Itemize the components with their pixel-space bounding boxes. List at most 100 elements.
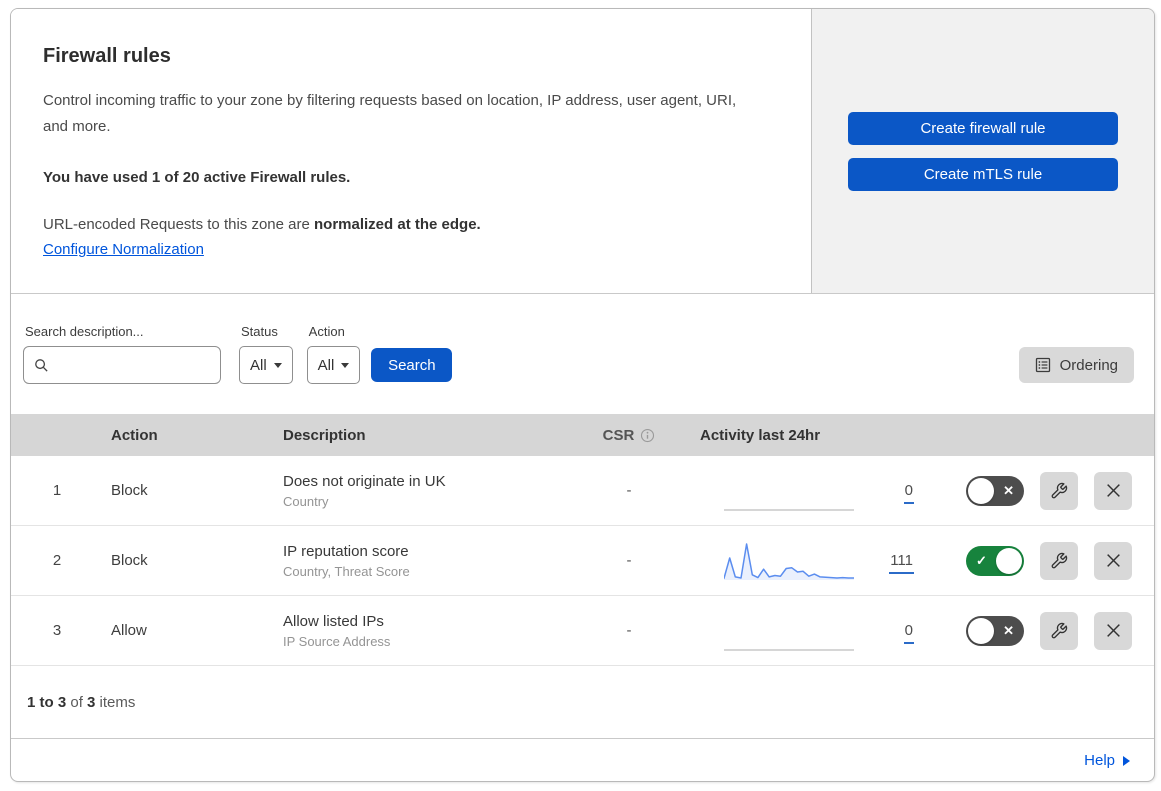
chevron-down-icon (341, 362, 350, 368)
search-input[interactable] (57, 357, 210, 373)
rule-activity-cell: 111 (684, 539, 914, 583)
search-label: Search description... (25, 324, 144, 339)
edit-rule-button[interactable] (1040, 541, 1078, 580)
close-icon (1106, 554, 1120, 567)
search-input-box[interactable] (23, 346, 221, 384)
wrench-icon (1051, 552, 1068, 568)
create-mtls-rule-button[interactable]: Create mTLS rule (848, 157, 1118, 191)
x-icon: ✕ (1003, 622, 1014, 638)
pagination-summary: 1 to 3 of 3 items (11, 666, 1154, 738)
items-of-text: of (66, 693, 88, 711)
toggle-knob (996, 547, 1022, 574)
activity-sparkline (724, 648, 854, 651)
rule-criteria: IP Source Address (283, 633, 391, 649)
delete-rule-button[interactable] (1094, 471, 1132, 510)
help-link[interactable]: Help (1084, 752, 1130, 769)
activity-column-header: Activity last 24hr (700, 426, 821, 444)
ordering-button[interactable]: Ordering (1018, 347, 1134, 383)
description-column-header: Description (283, 426, 366, 444)
actions-panel: Create firewall rule Create mTLS rule (812, 9, 1154, 293)
rule-csr-value: - (626, 622, 632, 639)
status-label: Status (241, 324, 278, 339)
rule-csr-value: - (626, 552, 632, 569)
edit-rule-button[interactable] (1040, 471, 1078, 510)
activity-count-wrap: 0 (872, 482, 914, 504)
create-firewall-rule-button[interactable]: Create firewall rule (848, 111, 1118, 145)
action-column-header: Action (111, 426, 158, 444)
search-icon (35, 358, 48, 372)
rule-controls: ✓ ✕ (914, 541, 1154, 580)
toggle-knob (968, 477, 994, 504)
rule-enabled-toggle[interactable]: ✓ ✕ (966, 475, 1024, 506)
items-range: 1 to 3 (27, 693, 67, 711)
close-icon (1106, 624, 1120, 637)
page-title: Firewall rules (43, 45, 171, 67)
activity-sparkline (724, 508, 854, 511)
action-value: All (317, 356, 335, 374)
rule-enabled-toggle[interactable]: ✓ ✕ (966, 615, 1024, 646)
activity-sparkline (724, 542, 854, 580)
rule-description: IP reputation score (283, 542, 409, 560)
table-row: 3 Allow Allow listed IPs IP Source Addre… (11, 596, 1154, 666)
intro-panel: Firewall rules Control incoming traffic … (11, 9, 812, 293)
table-row: 2 Block IP reputation score Country, Thr… (11, 526, 1154, 596)
rule-description: Does not originate in UK (283, 472, 446, 490)
items-label: items (95, 693, 136, 711)
rule-priority: 2 (52, 552, 62, 569)
activity-count-link[interactable]: 0 (903, 622, 914, 644)
rule-description-cell: Does not originate in UK Country (275, 473, 574, 509)
rule-controls: ✓ ✕ (914, 471, 1154, 510)
status-filter-group: Status All (239, 324, 293, 384)
edit-rule-button[interactable] (1040, 611, 1078, 650)
rule-activity-cell: 0 (684, 469, 914, 513)
action-dropdown[interactable]: All (306, 346, 361, 384)
activity-count-link[interactable]: 0 (903, 482, 914, 504)
csr-column-header: CSR (574, 427, 684, 444)
rule-criteria: Country (283, 493, 329, 509)
delete-rule-button[interactable] (1094, 541, 1132, 580)
filter-bar: Search description... Status All Action (11, 294, 1154, 414)
x-icon: ✕ (1003, 482, 1014, 498)
activity-count-link[interactable]: 111 (889, 552, 914, 574)
configure-normalization-link[interactable]: Configure Normalization (43, 241, 204, 258)
check-icon: ✓ (976, 552, 987, 568)
rule-activity-cell: 0 (684, 609, 914, 653)
rule-criteria: Country, Threat Score (283, 563, 410, 579)
action-label: Action (308, 324, 345, 339)
delete-rule-button[interactable] (1094, 611, 1132, 650)
usage-summary: You have used 1 of 20 active Firewall ru… (43, 168, 351, 186)
rule-priority: 3 (52, 622, 62, 639)
search-button[interactable]: Search (371, 348, 453, 382)
rule-controls: ✓ ✕ (914, 611, 1154, 650)
rule-description-cell: IP reputation score Country, Threat Scor… (275, 543, 574, 579)
firewall-rules-page: Firewall rules Control incoming traffic … (0, 0, 1161, 791)
help-bar: Help (11, 738, 1154, 781)
table-row: 1 Block Does not originate in UK Country… (11, 456, 1154, 526)
ordering-list-icon (1035, 357, 1050, 373)
normalization-bold: normalized at the edge. (314, 215, 481, 233)
rule-action: Allow (111, 622, 147, 639)
rule-action: Block (111, 482, 148, 499)
rule-priority: 1 (52, 482, 62, 499)
search-group: Search description... (23, 324, 221, 384)
top-section: Firewall rules Control incoming traffic … (11, 9, 1154, 294)
wrench-icon (1051, 622, 1068, 638)
close-icon (1106, 484, 1120, 497)
rule-enabled-toggle[interactable]: ✓ ✕ (966, 545, 1024, 576)
normalization-note: URL-encoded Requests to this zone are no… (43, 216, 779, 233)
csr-header-label: CSR (602, 426, 635, 444)
status-value: All (250, 356, 267, 374)
activity-count-wrap: 0 (872, 622, 914, 644)
arrow-right-icon (1123, 755, 1130, 766)
table-header-row: Action Description CSR Activity last 24h… (11, 414, 1154, 456)
toggle-knob (968, 617, 994, 644)
activity-count-wrap: 111 (872, 552, 914, 574)
status-dropdown[interactable]: All (239, 346, 293, 384)
wrench-icon (1051, 482, 1068, 498)
action-filter-group: Action All (306, 324, 361, 384)
normalization-text: URL-encoded Requests to this zone are (43, 215, 314, 233)
ordering-label: Ordering (1059, 356, 1118, 374)
rule-csr-value: - (626, 482, 632, 499)
info-icon[interactable] (640, 428, 655, 443)
help-label: Help (1084, 752, 1115, 769)
